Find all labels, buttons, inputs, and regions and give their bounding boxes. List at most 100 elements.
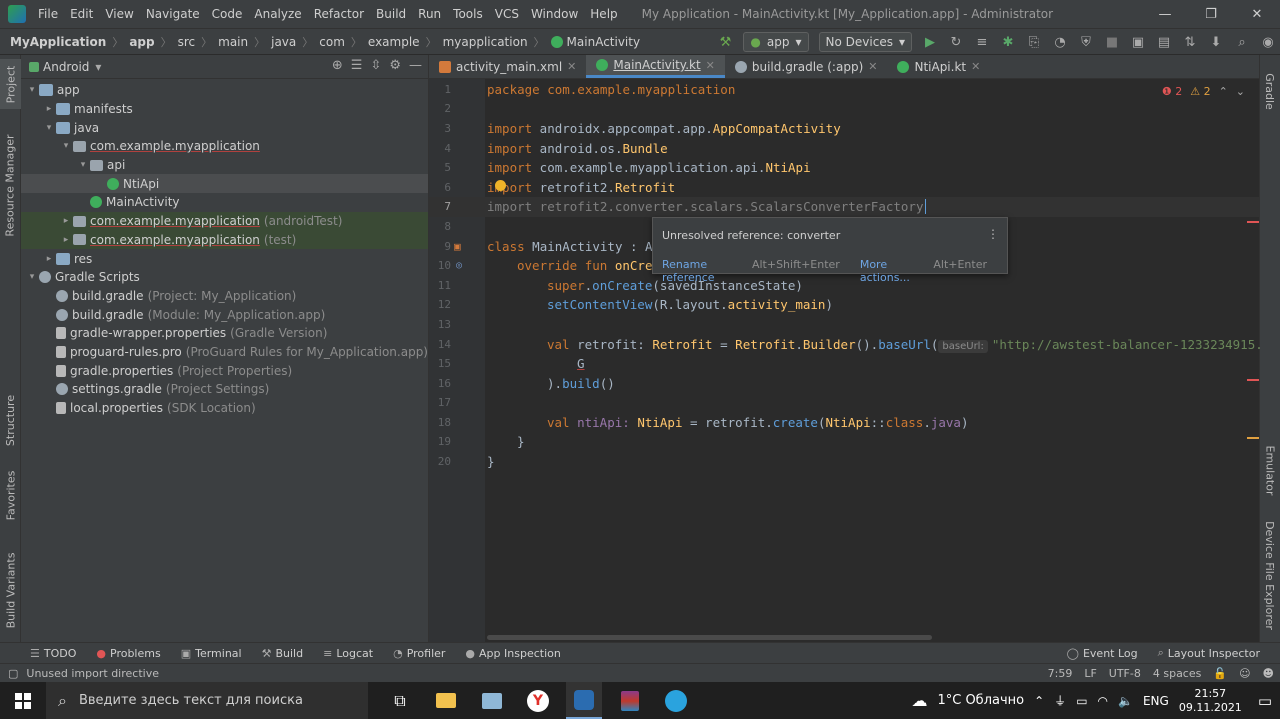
attach-debugger-icon[interactable]: ⎘ (1022, 31, 1046, 53)
more-vertical-icon[interactable]: ⋮ (987, 227, 999, 241)
clock[interactable]: 21:57 09.11.2021 (1179, 687, 1242, 715)
restore-icon[interactable]: ❐ (1188, 0, 1234, 28)
start-button[interactable] (0, 682, 46, 719)
tree-item[interactable]: gradle.properties (Project Properties) (21, 361, 428, 380)
locate-target-icon[interactable]: ⊕ (332, 58, 343, 73)
stop-icon[interactable]: ■ (1100, 31, 1124, 53)
menu-vcs[interactable]: VCS (489, 0, 525, 28)
menu-tools[interactable]: Tools (447, 0, 489, 28)
smiley-feedback-icon[interactable]: ☺ (1239, 667, 1250, 680)
build-variants-tool-tab[interactable]: Build Variants (0, 545, 21, 635)
tree-item[interactable]: ▸ res (21, 249, 428, 268)
chevron-right-icon[interactable]: ▸ (59, 216, 73, 226)
coverage-icon[interactable]: ⛨ (1074, 31, 1098, 53)
emulator-tool-tab[interactable]: Emulator (1259, 440, 1280, 500)
file-explorer-icon[interactable] (428, 682, 464, 719)
menu-run[interactable]: Run (412, 0, 447, 28)
favorites-tool-tab[interactable]: Favorites (0, 460, 21, 530)
apply-changes-icon[interactable]: ↻ (944, 31, 968, 53)
device-manager-icon[interactable]: ▤ (1152, 31, 1176, 53)
breadcrumb-main[interactable]: main (218, 35, 248, 49)
project-view-select[interactable]: Android (43, 60, 89, 74)
tab-activity-main-xml[interactable]: activity_main.xml ✕ (429, 55, 586, 78)
caret-down-icon[interactable]: ▾ (95, 60, 101, 74)
sync-gradle-icon[interactable]: ⇅ (1178, 31, 1202, 53)
layout-toggle-icon[interactable]: ▢ (8, 667, 18, 680)
menu-navigate[interactable]: Navigate (140, 0, 206, 28)
chevron-right-icon[interactable]: ▸ (42, 104, 56, 114)
tree-item[interactable]: ▾ java (21, 118, 428, 137)
usb-device-icon[interactable]: ⏚ (1054, 692, 1066, 709)
breadcrumb-java[interactable]: java (271, 35, 296, 49)
tree-item[interactable]: ▾ api (21, 156, 428, 175)
tree-item[interactable]: local.properties (SDK Location) (21, 399, 428, 418)
chevron-up-icon[interactable]: ⌃ (1034, 694, 1044, 708)
inspector-face-icon[interactable]: ☻ (1263, 667, 1274, 680)
file-encoding[interactable]: UTF-8 (1109, 667, 1141, 680)
chevron-down-icon[interactable]: ▾ (25, 272, 39, 282)
menu-refactor[interactable]: Refactor (308, 0, 370, 28)
chevron-right-icon[interactable]: ▸ (42, 254, 56, 264)
control-panel-icon[interactable] (474, 682, 510, 719)
gear-icon[interactable]: ⚙ (389, 58, 401, 73)
caret-position[interactable]: 7:59 (1048, 667, 1073, 680)
menu-analyze[interactable]: Analyze (248, 0, 307, 28)
resource-manager-tool-tab[interactable]: Resource Manager (0, 125, 21, 245)
close-icon[interactable]: ✕ (1234, 0, 1280, 28)
menu-code[interactable]: Code (206, 0, 249, 28)
lock-icon[interactable]: 🔓 (1213, 667, 1227, 680)
tab-build-gradle-app[interactable]: build.gradle (:app) ✕ (725, 55, 888, 78)
winrar-icon[interactable] (612, 682, 648, 719)
apply-code-changes-icon[interactable]: ≡ (970, 31, 994, 53)
menu-help[interactable]: Help (584, 0, 623, 28)
sdk-manager-icon[interactable]: ⬇ (1204, 31, 1228, 53)
error-stripe-mark[interactable] (1247, 221, 1259, 223)
menu-edit[interactable]: Edit (64, 0, 99, 28)
hide-panel-icon[interactable]: — (409, 58, 422, 73)
tree-item[interactable]: MainActivity (21, 193, 428, 212)
chevron-down-icon[interactable]: ▾ (25, 85, 39, 95)
breadcrumb-src[interactable]: src (178, 35, 196, 49)
breadcrumb-example[interactable]: example (368, 35, 420, 49)
close-tab-icon[interactable]: ✕ (567, 60, 576, 73)
debug-icon[interactable]: ✱ (996, 31, 1020, 53)
language-indicator[interactable]: ENG (1143, 694, 1169, 708)
tree-item[interactable]: ▸ com.example.myapplication (androidTest) (21, 211, 428, 231)
override-gutter-icon[interactable]: ◎ (456, 260, 462, 271)
close-tab-icon[interactable]: ✕ (706, 59, 715, 72)
rename-reference-link[interactable]: Rename reference (662, 258, 744, 284)
collapse-all-icon[interactable]: ☰ (351, 58, 363, 73)
tab-mainactivity-kt[interactable]: MainActivity.kt ✕ (586, 55, 725, 78)
project-tool-tab[interactable]: Project (0, 59, 21, 109)
weather-text[interactable]: 1°C Облачно (937, 693, 1024, 708)
menu-view[interactable]: View (99, 0, 139, 28)
tree-item[interactable]: settings.gradle (Project Settings) (21, 380, 428, 399)
telegram-icon[interactable] (658, 682, 694, 719)
breadcrumb-app[interactable]: app (129, 35, 154, 49)
horizontal-scrollbar[interactable] (487, 635, 932, 640)
android-studio-taskbar-icon[interactable] (566, 682, 602, 719)
expand-all-icon[interactable]: ⇳ (370, 58, 381, 73)
line-separator[interactable]: LF (1084, 667, 1096, 680)
tree-item[interactable]: ▾ Gradle Scripts (21, 268, 428, 287)
android-class-gutter-icon[interactable]: ▣ (454, 240, 461, 253)
taskbar-search-input[interactable]: ⌕ Введите здесь текст для поиска (46, 682, 368, 719)
search-icon[interactable]: ⌕ (1230, 31, 1254, 53)
profile-icon[interactable]: ◔ (1048, 31, 1072, 53)
error-stripe-mark[interactable] (1247, 379, 1259, 381)
breadcrumb-com[interactable]: com (319, 35, 345, 49)
chevron-right-icon[interactable]: ▸ (59, 235, 73, 245)
problems-tool-button[interactable]: ● Problems (86, 647, 170, 660)
tree-item[interactable]: ▾ com.example.myapplication (21, 137, 428, 156)
minimize-icon[interactable]: — (1142, 0, 1188, 28)
close-tab-icon[interactable]: ✕ (868, 60, 877, 73)
device-file-explorer-tool-tab[interactable]: Device File Explorer (1259, 515, 1280, 635)
terminal-tool-button[interactable]: ▣ Terminal (171, 647, 252, 660)
device-select[interactable]: No Devices ▾ (818, 32, 912, 52)
code-editor[interactable]: ❶ 2 ⚠ 2 ⌃ ⌄ 1 package com.example.myappli… (429, 79, 1263, 642)
warning-stripe-mark[interactable] (1247, 437, 1259, 439)
volume-icon[interactable]: 🔈 (1118, 694, 1133, 708)
event-log-tool-button[interactable]: ◯ Event Log (1057, 646, 1148, 660)
yandex-browser-icon[interactable]: Y (520, 682, 556, 719)
breadcrumb-mainactivity[interactable]: MainActivity (567, 35, 641, 49)
